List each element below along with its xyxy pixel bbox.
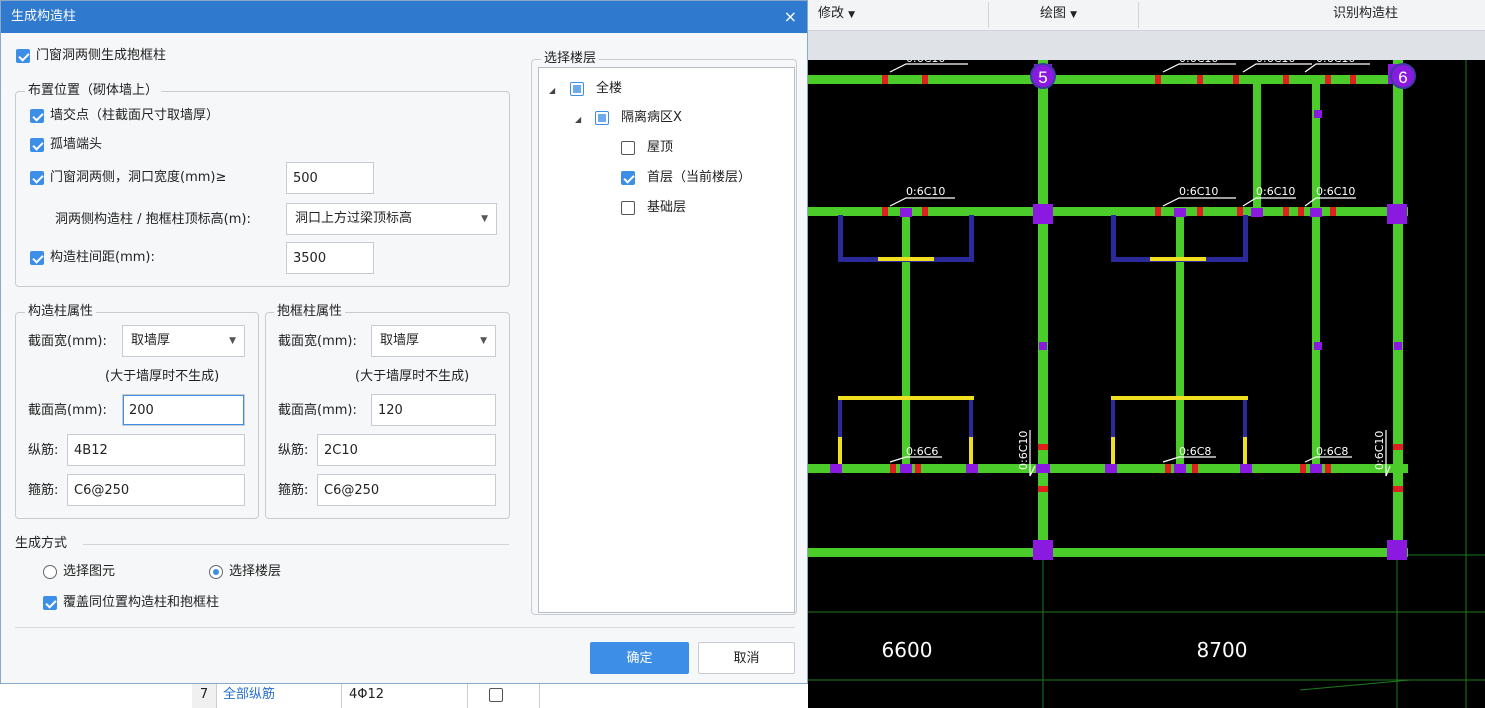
bkz-width-select[interactable]: 取墙厚 ▼ xyxy=(371,325,496,357)
bkz-height-label: 截面高(mm): xyxy=(278,403,357,418)
floor-base-checkbox[interactable] xyxy=(621,201,635,215)
chevron-down-icon: ▼ xyxy=(229,336,236,346)
bkz-width-label: 截面宽(mm): xyxy=(278,334,357,349)
wall-intersection-checkbox[interactable] xyxy=(30,109,44,123)
bkz-stirrup-label: 箍筋: xyxy=(278,483,309,498)
select-element-radio[interactable] xyxy=(43,565,57,579)
table-row-checkbox-cell xyxy=(469,684,540,708)
dimension-8700: 8700 xyxy=(1197,638,1248,662)
dimension-6600: 6600 xyxy=(882,638,933,662)
gzz-height-input[interactable] xyxy=(122,394,245,426)
table-row-index: 7 xyxy=(192,684,217,708)
tree-collapse-icon[interactable]: ◢ xyxy=(575,115,581,124)
floor-tree: ◢ 全楼 ◢ 隔离病区X 屋顶 首层（当前楼层） 基础层 xyxy=(538,67,795,613)
opening-sides-label: 门窗洞两侧，洞口宽度(mm)≥ xyxy=(50,170,227,185)
spacing-checkbox[interactable] xyxy=(30,251,44,265)
chevron-down-icon: ▼ xyxy=(480,336,487,346)
bkz-stirrup-input[interactable] xyxy=(317,474,496,506)
rebar-label: 0:6C10 xyxy=(906,185,945,198)
rebar-label: 0:6C8 xyxy=(1179,445,1211,458)
top-elevation-select[interactable]: 洞口上方过梁顶标高 ▼ xyxy=(286,203,497,235)
chevron-down-icon: ▼ xyxy=(1070,10,1078,20)
table-row-checkbox[interactable] xyxy=(489,688,503,702)
menu-draw[interactable]: 绘图 ▼ xyxy=(1040,0,1077,30)
wall-intersection-label: 墙交点（柱截面尺寸取墙厚） xyxy=(50,108,220,123)
table-row-name[interactable]: 全部纵筋 xyxy=(217,684,342,708)
gzz-group-title: 构造柱属性 xyxy=(25,304,97,320)
overwrite-checkbox[interactable] xyxy=(43,596,57,610)
gzz-height-label: 截面高(mm): xyxy=(28,403,107,418)
menu-identify-column[interactable]: 识别构造柱 xyxy=(1333,0,1398,30)
gzz-stirrup-input[interactable] xyxy=(67,474,245,506)
rebar-label: 0:6C10 xyxy=(1179,185,1218,198)
chevron-down-icon: ▼ xyxy=(848,10,856,20)
gzz-stirrup-label: 箍筋: xyxy=(28,483,59,498)
floor-selection-title: 选择楼层 xyxy=(541,51,600,67)
bkz-width-value: 取墙厚 xyxy=(380,333,420,348)
divider xyxy=(83,544,509,545)
drawing-tab-bar xyxy=(808,31,1485,60)
opening-frame-label: 门窗洞两侧生成抱框柱 xyxy=(36,48,167,63)
floor-zone-label: 隔离病区X xyxy=(621,110,682,125)
gzz-width-select[interactable]: 取墙厚 ▼ xyxy=(122,325,245,357)
bkz-height-input[interactable] xyxy=(371,394,496,426)
tree-collapse-icon[interactable]: ◢ xyxy=(549,86,555,95)
floor-zone-checkbox[interactable] xyxy=(595,111,609,125)
overwrite-label: 覆盖同位置构造柱和抱框柱 xyxy=(63,595,220,610)
bkz-note: (大于墙厚时不生成) xyxy=(355,369,470,384)
ok-button[interactable]: 确定 xyxy=(590,642,689,674)
floor-base-label: 基础层 xyxy=(647,200,687,215)
generate-column-dialog: 生成构造柱 × 门窗洞两侧生成抱框柱 布置位置（砌体墙上） 墙交点（柱截面尺寸取… xyxy=(0,0,808,684)
gzz-long-rebar-input[interactable] xyxy=(67,434,245,466)
opening-width-input[interactable] xyxy=(286,162,374,194)
opening-frame-checkbox[interactable] xyxy=(16,49,30,63)
select-floor-label: 选择楼层 xyxy=(229,564,282,579)
ribbon-menu-bar: 修改 ▼ 绘图 ▼ 识别构造柱 xyxy=(808,0,1485,31)
chevron-down-icon: ▼ xyxy=(481,214,488,224)
bkz-long-rebar-label: 纵筋: xyxy=(278,443,309,458)
floor-all-checkbox[interactable] xyxy=(570,82,584,96)
isolated-end-checkbox[interactable] xyxy=(30,138,44,152)
rebar-label: 0:6C8 xyxy=(1316,445,1348,458)
gzz-width-value: 取墙厚 xyxy=(131,333,171,348)
dialog-titlebar[interactable]: 生成构造柱 × xyxy=(1,1,807,33)
select-element-label: 选择图元 xyxy=(63,564,116,579)
floor-all-label: 全楼 xyxy=(596,81,623,96)
rebar-label: 0:6C10 xyxy=(1373,431,1386,470)
menu-modify[interactable]: 修改 ▼ xyxy=(818,0,855,30)
top-elevation-label: 洞两侧构造柱 / 抱框柱顶标高(m): xyxy=(55,212,251,227)
floor-roof-checkbox[interactable] xyxy=(621,141,635,155)
bkz-group-title: 抱框柱属性 xyxy=(274,304,346,320)
dialog-title: 生成构造柱 xyxy=(11,9,77,24)
axis-6-label: 6 xyxy=(1398,68,1407,87)
spacing-input[interactable] xyxy=(286,242,374,274)
axis-5-label: 5 xyxy=(1038,68,1047,87)
rebar-label: 0:6C10 xyxy=(1316,185,1355,198)
select-floor-radio[interactable] xyxy=(209,565,223,579)
gzz-note: (大于墙厚时不生成) xyxy=(105,369,220,384)
spacing-label: 构造柱间距(mm): xyxy=(50,250,155,265)
gzz-width-label: 截面宽(mm): xyxy=(28,334,107,349)
rebar-label: 0:6C10 xyxy=(1017,431,1030,470)
cancel-button[interactable]: 取消 xyxy=(698,642,795,674)
isolated-end-label: 孤墙端头 xyxy=(50,137,103,152)
floor-roof-label: 屋顶 xyxy=(647,140,674,155)
table-row-value[interactable]: 4Φ12 xyxy=(343,684,468,708)
placement-group-title: 布置位置（砌体墙上） xyxy=(25,83,162,99)
close-icon[interactable]: × xyxy=(784,1,797,33)
bkz-long-rebar-input[interactable] xyxy=(317,434,496,466)
rebar-label: 0:6C10 xyxy=(1256,185,1295,198)
method-title: 生成方式 xyxy=(15,536,68,551)
rebar-label: 0:6C6 xyxy=(906,445,938,458)
floor-first-checkbox[interactable] xyxy=(621,171,635,185)
opening-sides-checkbox[interactable] xyxy=(30,171,44,185)
floor-first-label: 首层（当前楼层） xyxy=(647,170,752,185)
gzz-long-rebar-label: 纵筋: xyxy=(28,443,59,458)
top-elevation-value: 洞口上方过梁顶标高 xyxy=(295,211,413,226)
divider xyxy=(15,627,795,628)
